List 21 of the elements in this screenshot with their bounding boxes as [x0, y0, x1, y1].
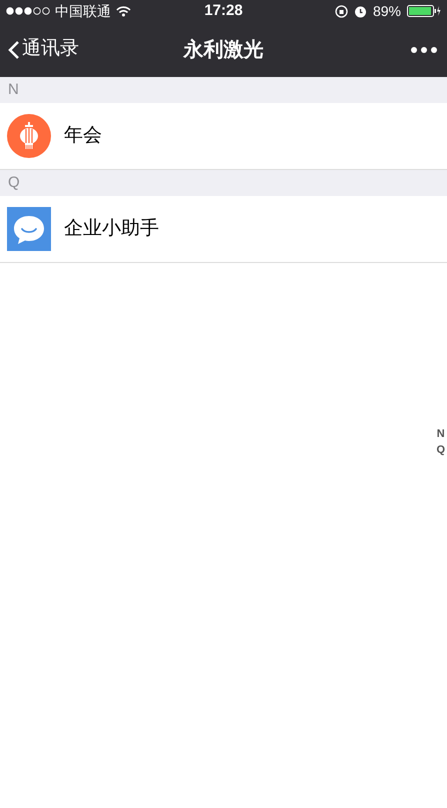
contact-row[interactable]: 企业小助手: [0, 196, 447, 263]
carrier-name: 中国联通: [55, 2, 111, 20]
index-letter[interactable]: N: [436, 426, 445, 442]
battery-icon: [407, 5, 441, 17]
more-button[interactable]: [409, 44, 439, 54]
rotation-lock-icon: [334, 4, 348, 18]
back-button[interactable]: 通讯录: [8, 35, 79, 64]
alarm-icon: [354, 4, 367, 18]
clock-time: 17:28: [204, 0, 243, 21]
index-letter[interactable]: Q: [436, 442, 445, 458]
page-title: 永利激光: [184, 38, 264, 62]
back-chevron-icon: [8, 40, 20, 60]
battery-percent: 89%: [372, 2, 401, 20]
signal-icon: [6, 7, 50, 15]
section-header: Q: [0, 170, 447, 196]
section-header: N: [0, 77, 447, 103]
contact-name: 年会: [64, 124, 102, 148]
lantern-icon: [7, 114, 51, 158]
contact-name: 企业小助手: [64, 216, 159, 241]
chat-bubble-icon: [7, 207, 51, 251]
wifi-icon: [116, 6, 131, 16]
